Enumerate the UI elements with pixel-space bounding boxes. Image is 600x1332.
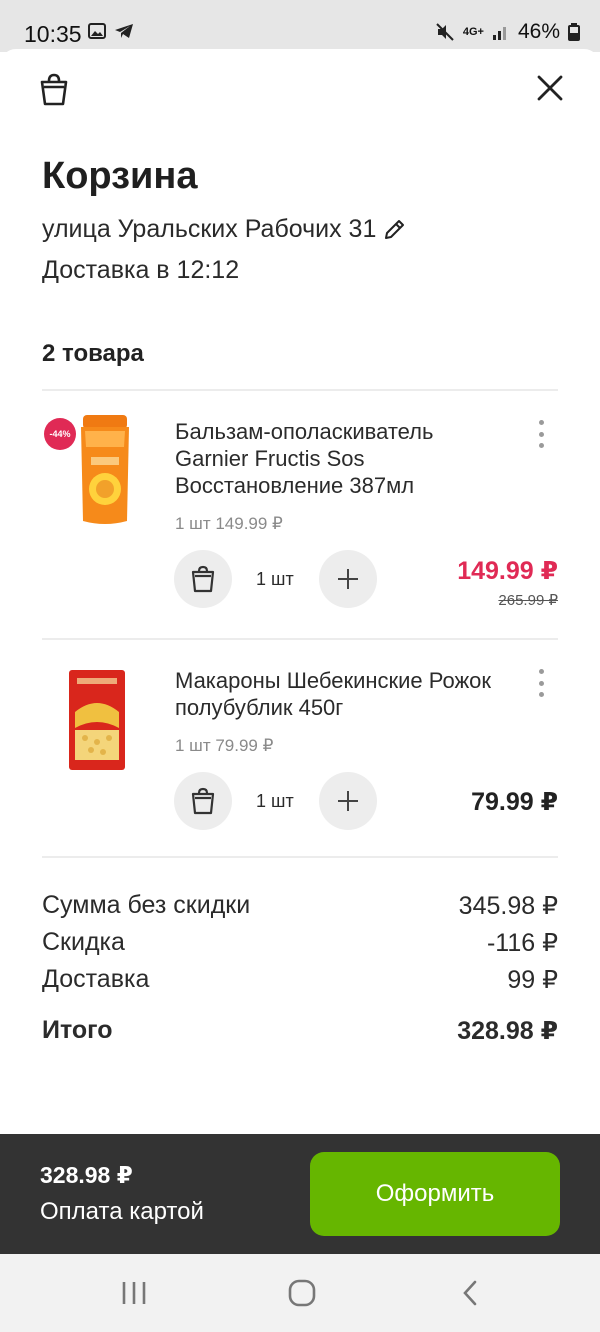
delete-item-button[interactable] bbox=[174, 772, 232, 830]
delivery-time: Доставка в 12:12 bbox=[42, 256, 240, 284]
status-notification-icons bbox=[88, 23, 134, 39]
summary-without-discount: Сумма без скидки 345.98 ₽ bbox=[42, 891, 558, 921]
summary-value: 99 ₽ bbox=[507, 966, 558, 994]
status-bar: 10:35 4G+ 46% bbox=[0, 0, 600, 52]
divider bbox=[42, 856, 558, 858]
checkout-total: 328.98 ₽ bbox=[40, 1162, 133, 1188]
unit-price: 1 шт 79.99 ₽ bbox=[175, 736, 274, 755]
checkout-bar: 328.98 ₽ Оплата картой Оформить bbox=[0, 1134, 600, 1254]
status-time: 10:35 bbox=[24, 21, 82, 47]
checkout-button[interactable]: Оформить bbox=[310, 1152, 560, 1236]
summary-delivery: Доставка 99 ₽ bbox=[42, 965, 558, 995]
summary-value: -116 ₽ bbox=[486, 929, 558, 957]
items-count: 2 товара bbox=[42, 340, 144, 367]
address-text: улица Уральских Рабочих 31 bbox=[42, 215, 377, 243]
system-nav-bar bbox=[0, 1254, 600, 1332]
basket-icon[interactable] bbox=[34, 70, 74, 110]
product-name[interactable]: Бальзам-ополаскиватель Garnier Fructis S… bbox=[175, 418, 495, 499]
trash-icon bbox=[191, 565, 215, 593]
product-name[interactable]: Макароны Шебекинские Рожок полубублик 45… bbox=[175, 667, 495, 721]
pencil-icon bbox=[385, 219, 405, 239]
battery-level: 46% bbox=[517, 20, 560, 43]
address-edit[interactable]: улица Уральских Рабочих 31 bbox=[42, 215, 406, 244]
summary-label: Итого bbox=[42, 1016, 113, 1044]
close-icon[interactable] bbox=[530, 68, 570, 108]
summary-label: Сумма без скидки bbox=[42, 891, 251, 919]
signal-icon bbox=[492, 27, 506, 40]
battery-icon bbox=[568, 23, 580, 41]
summary-label: Скидка bbox=[42, 928, 125, 956]
summary-total: Итого 328.98 ₽ bbox=[42, 1016, 558, 1046]
status-system-icons: 4G+ 46% bbox=[435, 20, 580, 44]
divider bbox=[42, 638, 558, 640]
item-price: 79.99 ₽ bbox=[471, 788, 558, 816]
summary-discount: Скидка -116 ₽ bbox=[42, 928, 558, 958]
summary-value: 328.98 ₽ bbox=[457, 1017, 558, 1045]
divider bbox=[42, 389, 558, 391]
quantity-value: 1 шт bbox=[256, 569, 294, 589]
summary-label: Доставка bbox=[42, 965, 150, 993]
plus-icon bbox=[338, 791, 358, 811]
quantity-value: 1 шт bbox=[256, 791, 294, 811]
mute-icon bbox=[436, 23, 454, 41]
plus-icon bbox=[338, 569, 358, 589]
item-price-old: 265.99 ₽ bbox=[498, 592, 558, 609]
discount-badge: -44% bbox=[44, 418, 76, 450]
trash-icon bbox=[191, 787, 215, 815]
gallery-icon bbox=[88, 23, 106, 39]
summary-value: 345.98 ₽ bbox=[458, 892, 558, 920]
increase-quantity-button[interactable] bbox=[319, 772, 377, 830]
delete-item-button[interactable] bbox=[174, 550, 232, 608]
home-icon[interactable] bbox=[282, 1276, 322, 1310]
unit-price: 1 шт 149.99 ₽ bbox=[175, 514, 283, 533]
product-image-pasta[interactable] bbox=[42, 660, 152, 780]
more-options-icon[interactable] bbox=[531, 666, 551, 700]
telegram-icon bbox=[115, 24, 133, 38]
increase-quantity-button[interactable] bbox=[319, 550, 377, 608]
item-price-discounted: 149.99 ₽ bbox=[457, 557, 558, 585]
back-icon[interactable] bbox=[450, 1276, 490, 1310]
network-type: 4G+ bbox=[462, 26, 484, 38]
page-title: Корзина bbox=[42, 155, 198, 197]
more-options-icon[interactable] bbox=[531, 417, 551, 451]
payment-method[interactable]: Оплата картой bbox=[40, 1198, 204, 1226]
recent-apps-icon[interactable] bbox=[114, 1276, 154, 1310]
